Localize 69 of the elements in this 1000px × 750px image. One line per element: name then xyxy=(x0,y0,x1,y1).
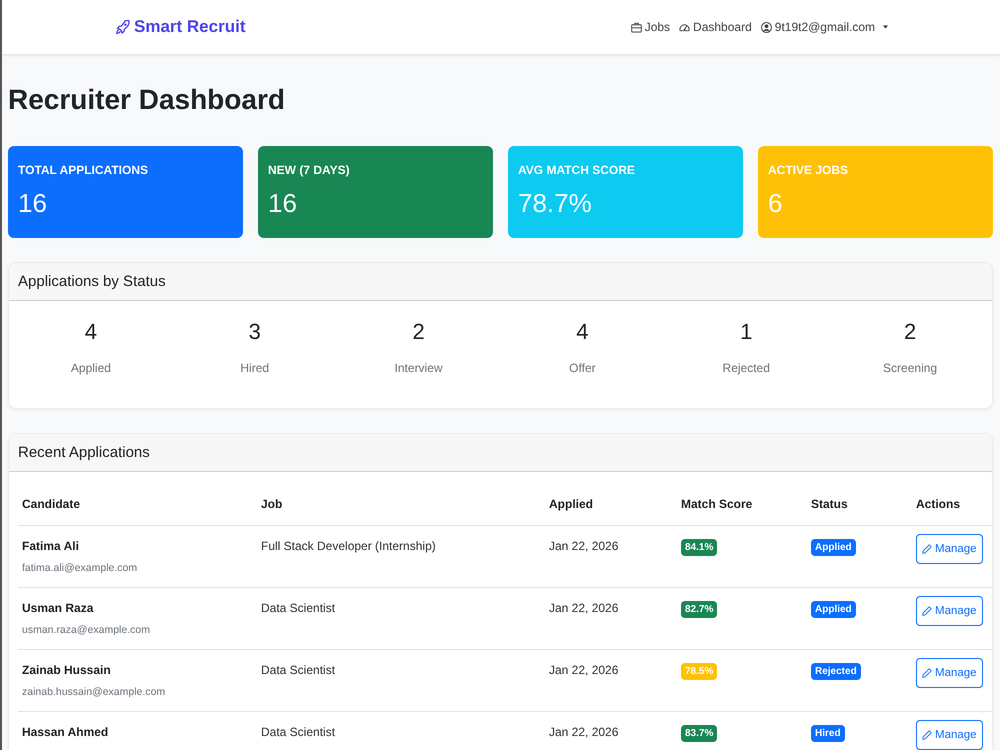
gauge-icon xyxy=(679,22,690,32)
status-badge: Applied xyxy=(811,539,856,556)
stat-label: AVG MATCH SCORE xyxy=(518,162,636,178)
job-title: Data Scientist xyxy=(261,724,336,740)
pencil-icon xyxy=(922,544,932,554)
stat-value: 16 xyxy=(268,187,298,220)
candidate-name: Zainab Hussain xyxy=(22,662,112,678)
page-title: Recruiter Dashboard xyxy=(8,83,286,117)
match-score-badge: 83.7% xyxy=(681,725,718,742)
status-badge: Rejected xyxy=(811,663,861,680)
status-count: 4 xyxy=(84,318,98,346)
status-count: 2 xyxy=(412,318,425,346)
candidate-name: Hassan Ahmed xyxy=(22,724,110,740)
stat-label: ACTIVE JOBS xyxy=(768,162,850,178)
manage-button[interactable]: Manage xyxy=(916,658,983,688)
column-header: Applied xyxy=(545,482,677,526)
stat-label: TOTAL APPLICATIONS xyxy=(18,162,150,178)
nav-link[interactable]: Dashboard xyxy=(679,20,752,34)
pencil-icon xyxy=(922,668,932,678)
user-menu[interactable]: 9t19t2@gmail.com xyxy=(760,20,888,34)
candidate-email: fatima.ali@example.com xyxy=(22,561,138,576)
stat-value: 6 xyxy=(768,187,784,220)
stat-value: 78.7% xyxy=(518,187,593,220)
column-header: Actions xyxy=(912,482,992,526)
status-label: Hired xyxy=(240,360,270,376)
rocket-icon xyxy=(115,20,130,34)
applied-date: Jan 22, 2026 xyxy=(549,662,620,678)
match-score-badge: 78.5% xyxy=(681,663,718,680)
status-label: Applied xyxy=(70,360,111,376)
job-title: Data Scientist xyxy=(261,662,336,678)
status-count: 4 xyxy=(576,318,589,346)
column-header: Job xyxy=(257,482,545,526)
applied-date: Jan 22, 2026 xyxy=(549,538,620,554)
section-header: Applications by Status xyxy=(9,263,992,301)
user-circle-icon xyxy=(760,22,772,32)
manage-button[interactable]: Manage xyxy=(916,596,983,626)
section-header: Recent Applications xyxy=(9,434,992,472)
manage-button[interactable]: Manage xyxy=(916,534,983,564)
brand-link[interactable]: Smart Recruit xyxy=(115,17,246,37)
column-header: Candidate xyxy=(18,482,257,526)
nav-link[interactable]: Jobs xyxy=(630,20,670,34)
status-label: Screening xyxy=(883,360,938,376)
pencil-icon xyxy=(922,606,932,616)
caret-icon xyxy=(883,25,888,29)
status-label: Rejected xyxy=(722,360,770,376)
job-title: Full Stack Developer (Internship) xyxy=(261,538,437,554)
status-count: 3 xyxy=(248,318,261,346)
status-badge: Applied xyxy=(811,601,856,618)
applied-date: Jan 22, 2026 xyxy=(549,724,620,740)
match-score-badge: 84.1% xyxy=(681,539,718,556)
status-label: Offer xyxy=(569,360,596,376)
status-count: 1 xyxy=(740,318,752,346)
column-header: Match Score xyxy=(677,482,807,526)
pencil-icon xyxy=(922,730,932,740)
stat-value: 16 xyxy=(18,187,48,220)
manage-button[interactable]: Manage xyxy=(916,720,983,750)
status-badge: Hired xyxy=(811,725,845,742)
status-label: Interview xyxy=(394,360,443,376)
candidate-email: zainab.hussain@example.com xyxy=(22,685,166,700)
match-score-badge: 82.7% xyxy=(681,601,718,618)
briefcase-icon xyxy=(630,22,642,32)
stat-label: NEW (7 DAYS) xyxy=(268,162,351,178)
applied-date: Jan 22, 2026 xyxy=(549,600,620,616)
column-header: Status xyxy=(807,482,912,526)
candidate-name: Fatima Ali xyxy=(22,538,80,554)
candidate-email: usman.raza@example.com xyxy=(22,623,151,638)
candidate-name: Usman Raza xyxy=(22,600,94,616)
status-count: 2 xyxy=(904,318,916,346)
job-title: Data Scientist xyxy=(261,600,336,616)
